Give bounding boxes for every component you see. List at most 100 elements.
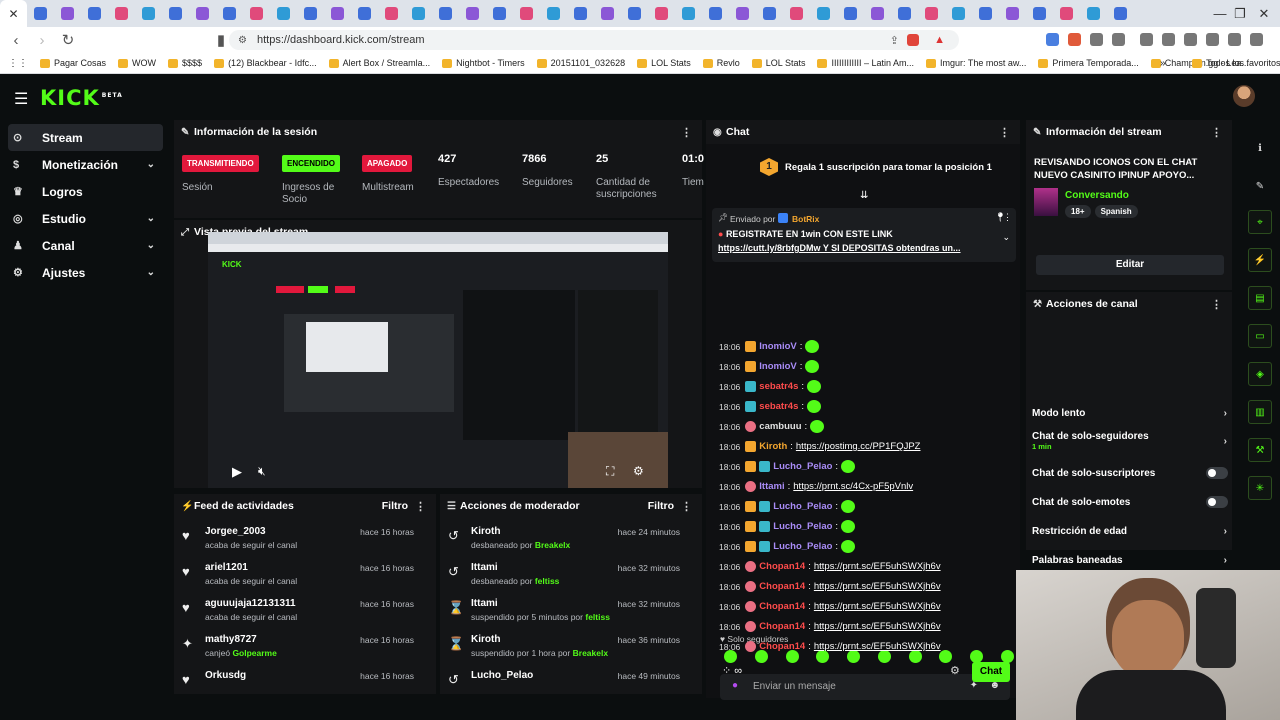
chat-link[interactable]: https://prnt.sc/EF5uhSWXjh6v bbox=[814, 581, 941, 592]
bolt-icon[interactable]: ⚡ bbox=[1248, 248, 1272, 272]
browser-tab-active[interactable]: ✕ bbox=[0, 0, 27, 27]
share-icon[interactable]: ⇪ bbox=[890, 34, 899, 47]
browser-tab[interactable] bbox=[459, 0, 486, 27]
mod-row[interactable]: ⌛ Ittami suspendido por 5 minutos por felt… bbox=[440, 596, 690, 632]
mod-menu-icon[interactable]: ⋮ bbox=[681, 500, 692, 513]
chat-username[interactable]: Lucho_Pelao bbox=[773, 501, 832, 512]
broadcast-icon[interactable]: ◈ bbox=[1248, 362, 1272, 386]
settings-icon[interactable]: ⚙ bbox=[633, 464, 644, 478]
note-icon[interactable]: ▤ bbox=[1248, 286, 1272, 310]
bookmark-item[interactable]: LOL Stats bbox=[751, 58, 805, 68]
info-icon[interactable]: ℹ bbox=[1248, 136, 1272, 160]
chat-username[interactable]: Chopan14 bbox=[759, 581, 805, 592]
browser-tab[interactable] bbox=[432, 0, 459, 27]
toggle-switch[interactable] bbox=[1206, 467, 1228, 479]
extension-icon[interactable] bbox=[1184, 33, 1197, 46]
browser-tab[interactable] bbox=[756, 0, 783, 27]
mod-target-username[interactable]: Kiroth bbox=[471, 526, 500, 537]
chat-username[interactable]: Lucho_Pelao bbox=[773, 541, 832, 552]
activity-row[interactable]: ♥ aguuujaja12131311 acaba de seguir el can… bbox=[174, 596, 424, 632]
moderator-name[interactable]: Breakelx bbox=[573, 648, 608, 658]
mod-target-username[interactable]: Ittami bbox=[471, 562, 498, 573]
chat-message[interactable]: 18:06 Chopan14: https://prnt.sc/EF5uhSWXjh… bbox=[719, 558, 941, 575]
channel-actions-menu-icon[interactable]: ⋮ bbox=[1211, 298, 1222, 311]
share-icon[interactable]: ✳ bbox=[1248, 476, 1272, 500]
menu-icon[interactable]: ☰ bbox=[14, 89, 28, 109]
stream-tag[interactable]: 18+ bbox=[1065, 205, 1091, 218]
browser-tab[interactable] bbox=[999, 0, 1026, 27]
activity-username[interactable]: aguuujaja12131311 bbox=[205, 598, 296, 609]
sidebar-item-ajustes[interactable]: ⚙ Ajustes ⌄ bbox=[8, 259, 163, 286]
wrench-icon[interactable]: ⚒ bbox=[1248, 438, 1272, 462]
chat-link[interactable]: https://prnt.sc/4Cx-pF5pVnlv bbox=[793, 481, 913, 492]
chat-username[interactable]: Chopan14 bbox=[759, 621, 805, 632]
browser-tab[interactable] bbox=[135, 0, 162, 27]
apps-icon[interactable]: ⋮⋮ bbox=[8, 58, 28, 69]
activity-row[interactable]: ♥ Jorgee_2003 acaba de seguir el canal hace… bbox=[174, 524, 424, 560]
channel-action-4[interactable]: Chat de solo-emotes bbox=[1032, 491, 1232, 513]
browser-tab[interactable] bbox=[729, 0, 756, 27]
activity-row[interactable]: ✦ mathy8727 canjeó Golpearme hace 16 horas bbox=[174, 632, 424, 668]
pencil-icon[interactable]: ✎ bbox=[1248, 174, 1272, 198]
play-icon[interactable]: ▶ bbox=[232, 464, 242, 480]
browser-tab[interactable] bbox=[945, 0, 972, 27]
chat-username[interactable]: Chopan14 bbox=[759, 601, 805, 612]
extension-icon[interactable] bbox=[1090, 33, 1103, 46]
pinned-menu-icon[interactable]: ⋮ bbox=[1003, 212, 1012, 223]
chat-message[interactable]: 18:06 InomioV: bbox=[719, 338, 820, 355]
chat-username[interactable]: cambuuu bbox=[759, 421, 801, 432]
browser-tab[interactable] bbox=[837, 0, 864, 27]
chat-link[interactable]: https://prnt.sc/EF5uhSWXjh6v bbox=[814, 641, 941, 652]
bookmark-item[interactable]: Revlo bbox=[702, 58, 740, 68]
chat-message[interactable]: 18:06 Lucho_Pelao: bbox=[719, 498, 856, 515]
mute-icon[interactable]: 🔇︎ bbox=[258, 464, 266, 479]
bookmark-item[interactable]: WOW bbox=[118, 58, 156, 68]
chat-message[interactable]: 18:06 Chopan14: https://prnt.sc/EF5uhSWXjh… bbox=[719, 638, 941, 655]
chat-message[interactable]: 18:06 Chopan14: https://prnt.sc/EF5uhSWXjh… bbox=[719, 578, 941, 595]
browser-tab[interactable] bbox=[864, 0, 891, 27]
activity-row[interactable]: ♥ ariel1201 acaba de seguir el canal hace 1… bbox=[174, 560, 424, 596]
extension-icon[interactable] bbox=[1140, 33, 1153, 46]
chat-link[interactable]: https://prnt.sc/EF5uhSWXjh6v bbox=[814, 621, 941, 632]
fullscreen-icon[interactable]: ⛶ bbox=[606, 464, 614, 479]
browser-tab[interactable] bbox=[1080, 0, 1107, 27]
chat-message[interactable]: 18:06 Lucho_Pelao: bbox=[719, 538, 856, 555]
mod-target-username[interactable]: Kiroth bbox=[471, 634, 500, 645]
bookmark-item[interactable]: (12) Blackbear - Idfc... bbox=[214, 58, 317, 68]
chat-message[interactable]: 18:06 sebatr4s: bbox=[719, 398, 822, 415]
gift-prompt[interactable]: Regala 1 suscripción para tomar la posic… bbox=[785, 162, 992, 173]
browser-tab[interactable] bbox=[594, 0, 621, 27]
chevron-down-icon[interactable]: ⌄ bbox=[147, 240, 155, 251]
extension-icon[interactable] bbox=[1228, 33, 1241, 46]
chevron-right-icon[interactable]: › bbox=[1224, 555, 1227, 566]
mic-icon[interactable]: ● bbox=[732, 680, 738, 691]
activity-menu-icon[interactable]: ⋮ bbox=[415, 500, 426, 513]
browser-tab[interactable] bbox=[891, 0, 918, 27]
mod-row[interactable]: ↺ Kiroth desbaneado por Breakelx hace 24 mi… bbox=[440, 524, 690, 560]
bookmark-item[interactable]: $$$$ bbox=[168, 58, 202, 68]
mod-target-username[interactable]: Ittami bbox=[471, 598, 498, 609]
chevron-right-icon[interactable]: › bbox=[1224, 436, 1227, 447]
browser-tab[interactable] bbox=[1053, 0, 1080, 27]
browser-tab[interactable] bbox=[648, 0, 675, 27]
chat-username[interactable]: sebatr4s bbox=[759, 401, 798, 412]
more-bookmarks-icon[interactable]: » bbox=[1160, 58, 1166, 69]
chat-username[interactable]: InomioV bbox=[759, 341, 796, 352]
stream-video[interactable]: KICK ▶ 🔇︎ ⛶ ⚙ bbox=[208, 232, 668, 488]
brave-shield-icon[interactable] bbox=[907, 34, 919, 46]
mod-row[interactable]: ↺ Lucho_Pelao hace 49 minutos bbox=[440, 668, 690, 704]
browser-tab[interactable] bbox=[621, 0, 648, 27]
browser-tab[interactable] bbox=[513, 0, 540, 27]
chat-link[interactable]: https://prnt.sc/EF5uhSWXjh6v bbox=[814, 601, 941, 612]
kick-logo[interactable]: KICK BETA bbox=[40, 86, 123, 110]
channel-action-1[interactable]: Modo lento › bbox=[1032, 402, 1232, 424]
sidebar-item-estudio[interactable]: ◎ Estudio ⌄ bbox=[8, 205, 163, 232]
bookmark-item[interactable]: Alert Box / Streamla... bbox=[328, 58, 430, 68]
browser-tab[interactable] bbox=[567, 0, 594, 27]
chat-username[interactable]: Ittami bbox=[759, 481, 784, 492]
quick-emote-icon[interactable] bbox=[939, 650, 953, 663]
bookmark-item[interactable]: 20151101_032628 bbox=[536, 58, 625, 68]
extension-icon[interactable] bbox=[1206, 33, 1219, 46]
browser-tab[interactable] bbox=[108, 0, 135, 27]
toggle-switch[interactable] bbox=[1206, 496, 1228, 508]
